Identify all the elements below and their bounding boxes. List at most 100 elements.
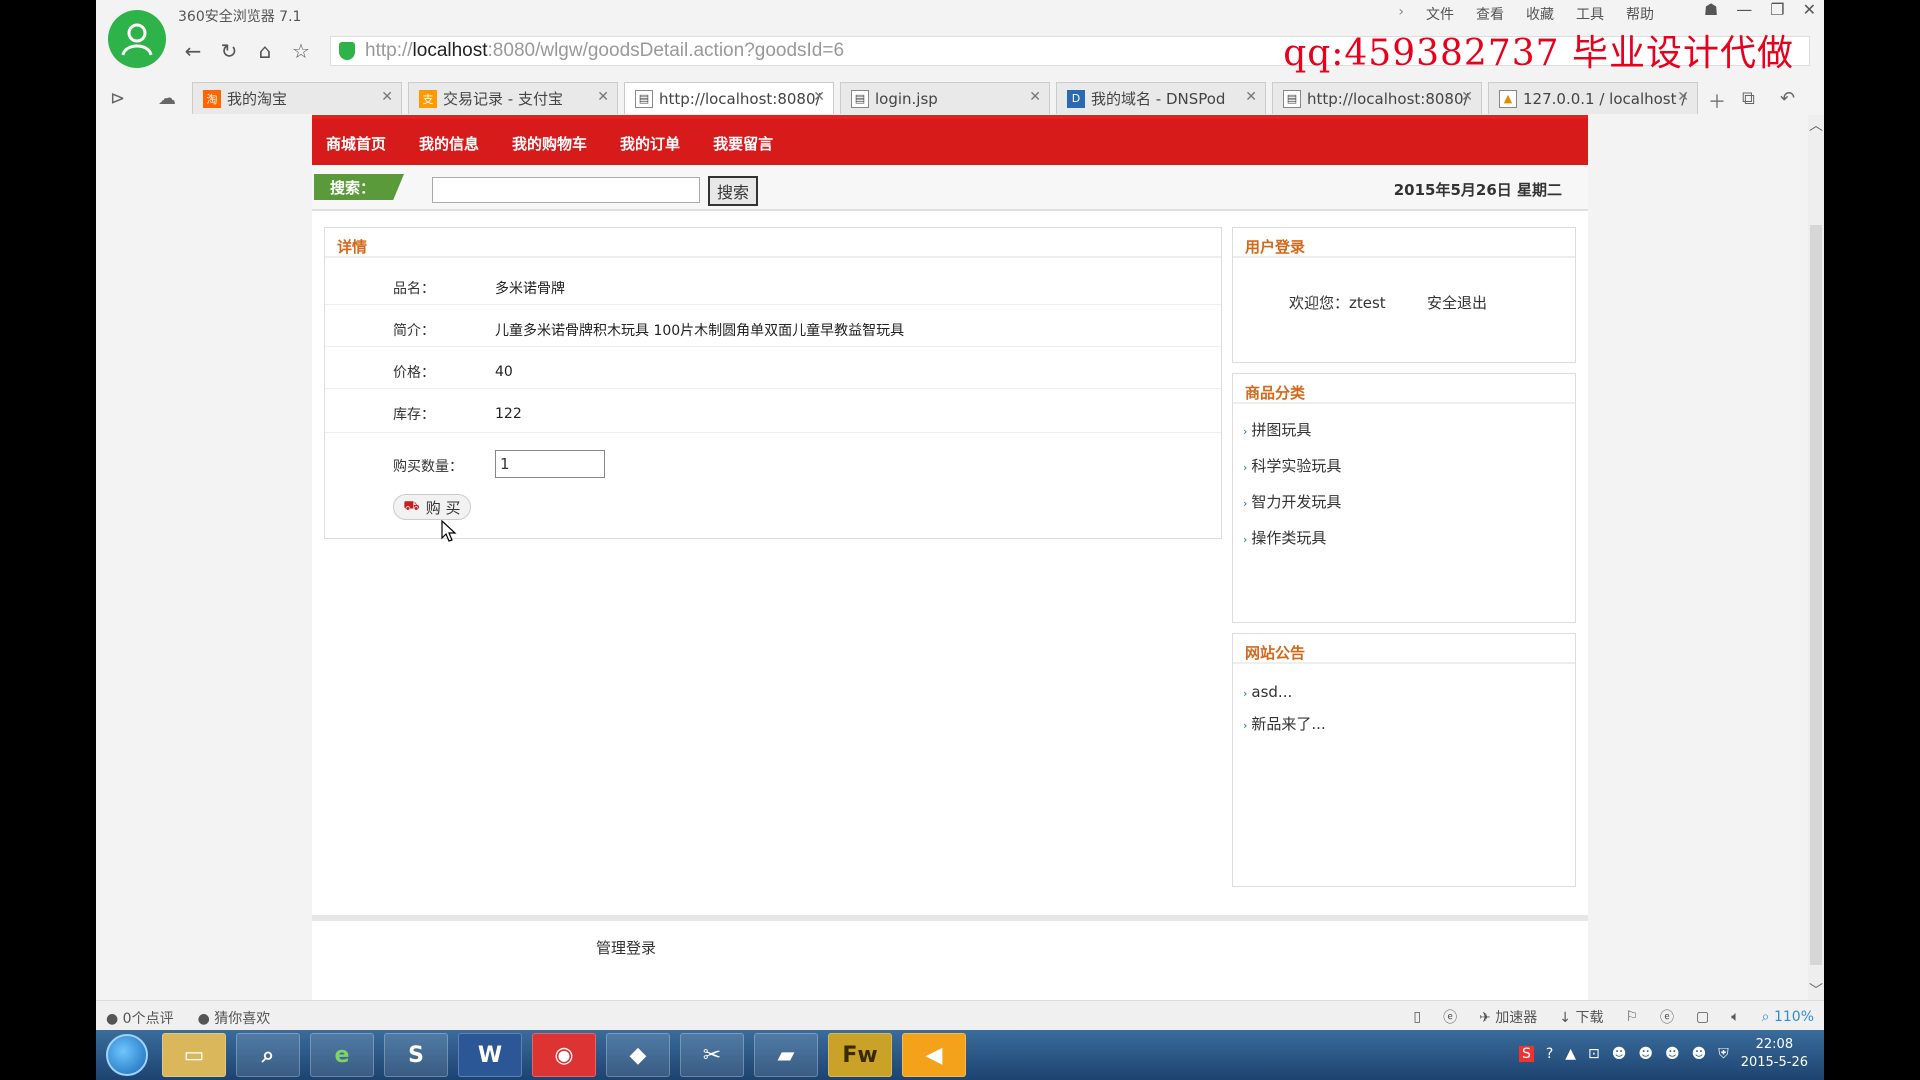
notice-item[interactable]: › asd... [1243, 676, 1575, 708]
qq-icon[interactable]: ☻ [1665, 1046, 1680, 1062]
word-icon[interactable]: W [458, 1033, 522, 1077]
url-text: http://localhost:8080/wlgw/goodsDetail.a… [365, 40, 845, 61]
nav-home[interactable]: 商城首页 [326, 133, 386, 154]
flag-icon[interactable]: ⚐ [1625, 1009, 1638, 1025]
cloud-icon[interactable]: ☁ [158, 88, 176, 109]
tray-expand-icon[interactable]: ▲ [1565, 1046, 1576, 1062]
back-icon[interactable]: ← [180, 38, 206, 64]
category-item[interactable]: › 智力开发玩具 [1243, 484, 1575, 520]
speaker-icon[interactable]: ◀ [902, 1033, 966, 1077]
close-icon[interactable]: ✕ [381, 89, 393, 105]
menu-view[interactable]: 查看 [1476, 4, 1504, 24]
desc-value: 儿童多米诺骨牌积木玩具 100片木制圆角单双面儿童早教益智玩具 [495, 323, 905, 339]
notice-heading: 网站公告 [1233, 634, 1575, 664]
nav-my-cart[interactable]: 我的购物车 [512, 133, 587, 154]
folder-icon[interactable]: ▭ [162, 1033, 226, 1077]
page-viewport: 商城首页 我的信息 我的购物车 我的订单 我要留言 搜索： 搜索 2015年5月… [96, 115, 1808, 1000]
comments-status[interactable]: ● 0个点评 [106, 1008, 174, 1028]
quantity-input[interactable]: 1 [495, 450, 605, 478]
tab-login-jsp[interactable]: ▤ login.jsp ✕ [840, 82, 1050, 114]
nav-my-info[interactable]: 我的信息 [419, 133, 479, 154]
s-app-icon[interactable]: S [384, 1033, 448, 1077]
nav-leave-message[interactable]: 我要留言 [713, 133, 773, 154]
close-icon[interactable]: ✕ [1461, 89, 1473, 105]
close-icon[interactable]: ✕ [1677, 89, 1689, 105]
home-icon[interactable]: ⌂ [252, 38, 278, 64]
browser-logo-icon[interactable] [108, 10, 166, 68]
chevron-right-icon[interactable]: › [1398, 4, 1404, 24]
category-item[interactable]: › 拼图玩具 [1243, 412, 1575, 448]
close-icon[interactable]: ✕ [813, 89, 825, 105]
sogou-icon[interactable]: S [1518, 1046, 1534, 1062]
fireworks-icon[interactable]: Fw [828, 1033, 892, 1077]
notebook-icon[interactable]: ▰ [754, 1033, 818, 1077]
tab-list-icon[interactable]: ⧉ [1742, 88, 1755, 109]
sidebar-toggle-icon[interactable]: ⊳ [110, 88, 125, 109]
window-controls: ☗ — ❐ ✕ [1704, 0, 1816, 19]
menu-file[interactable]: 文件 [1426, 4, 1454, 24]
close-icon[interactable]: ✕ [1029, 89, 1041, 105]
close-icon[interactable]: ✕ [597, 89, 609, 105]
ie-mode-icon[interactable]: ⓔ [1443, 1007, 1457, 1027]
skin-icon[interactable]: ☗ [1704, 0, 1718, 19]
admin-login-link[interactable]: 管理登录 [596, 937, 656, 958]
volume-icon[interactable]: 🔈︎ [1731, 1009, 1739, 1025]
minimize-button[interactable]: — [1736, 0, 1752, 19]
ie-icon[interactable]: ⓔ [1660, 1007, 1674, 1027]
tab-localhost-2[interactable]: ▤ http://localhost:8080/ ✕ [1272, 82, 1482, 114]
app-icon[interactable]: ◉ [532, 1033, 596, 1077]
accelerator-button[interactable]: ✈ 加速器 [1479, 1007, 1537, 1027]
download-button[interactable]: ↓ 下载 [1559, 1007, 1603, 1027]
close-button[interactable]: ✕ [1803, 0, 1816, 19]
help-icon[interactable]: ? [1546, 1046, 1553, 1062]
browser-360-icon[interactable]: e [310, 1033, 374, 1077]
network-icon[interactable]: ⊡ [1588, 1046, 1600, 1062]
qq-icon[interactable]: ☻ [1612, 1046, 1627, 1062]
menu-tools[interactable]: 工具 [1576, 4, 1604, 24]
menu-favorites[interactable]: 收藏 [1526, 4, 1554, 24]
qq-icon[interactable]: ☻ [1638, 1046, 1653, 1062]
mouse-cursor-icon [441, 520, 457, 542]
eraser-icon[interactable]: ◆ [606, 1033, 670, 1077]
qq-icon[interactable]: ☻ [1692, 1046, 1707, 1062]
buy-button[interactable]: ⛟ 购 买 [393, 494, 471, 520]
search-icon[interactable]: ⌕ [236, 1033, 300, 1077]
security-icon[interactable]: ⛨ [1718, 1046, 1729, 1062]
zoom-level[interactable]: ⌕ 110% [1762, 1009, 1814, 1025]
tab-phpmyadmin[interactable]: ▲ 127.0.0.1 / localhost / ✕ [1488, 82, 1698, 114]
welcome-text: 欢迎您：ztest [1289, 294, 1386, 312]
window-icon[interactable]: ▢ [1696, 1009, 1709, 1025]
start-button[interactable] [106, 1034, 148, 1076]
page-icon: ▤ [851, 89, 869, 108]
phone-icon[interactable]: ▯ [1413, 1009, 1421, 1025]
nav-my-orders[interactable]: 我的订单 [620, 133, 680, 154]
menu-help[interactable]: 帮助 [1626, 4, 1654, 24]
notice-item[interactable]: › 新品来了... [1243, 708, 1575, 740]
clock[interactable]: 22:08 2015-5-26 [1741, 1036, 1808, 1072]
search-button[interactable]: 搜索 [708, 176, 758, 206]
taobao-icon: 淘 [203, 89, 221, 108]
scroll-thumb[interactable] [1810, 225, 1822, 965]
divider [325, 388, 1221, 389]
tab-taobao[interactable]: 淘 我的淘宝 ✕ [192, 82, 402, 114]
tab-dnspod[interactable]: D 我的域名 - DNSPod ✕ [1056, 82, 1266, 114]
tab-localhost-active[interactable]: ▤ http://localhost:8080/ ✕ [624, 82, 834, 114]
new-tab-icon[interactable]: ＋ [1708, 88, 1726, 114]
category-item[interactable]: › 操作类玩具 [1243, 520, 1575, 556]
refresh-icon[interactable]: ↻ [216, 38, 242, 64]
undo-close-icon[interactable]: ↶ [1780, 88, 1795, 109]
logout-link[interactable]: 安全退出 [1427, 292, 1487, 313]
tools-icon[interactable]: ✂ [680, 1033, 744, 1077]
star-icon[interactable]: ☆ [288, 38, 314, 64]
stock-label: 库存： [393, 407, 435, 423]
vertical-scrollbar[interactable]: ︿ ﹀ [1808, 115, 1824, 1000]
scroll-down-icon[interactable]: ﹀ [1808, 980, 1824, 1000]
close-icon[interactable]: ✕ [1245, 89, 1257, 105]
arrow-icon: › [1243, 719, 1248, 732]
restore-button[interactable]: ❐ [1770, 0, 1784, 19]
search-input[interactable] [432, 177, 700, 203]
tab-alipay[interactable]: 支 交易记录 - 支付宝 ✕ [408, 82, 618, 114]
category-item[interactable]: › 科学实验玩具 [1243, 448, 1575, 484]
scroll-up-icon[interactable]: ︿ [1808, 115, 1824, 135]
guess-you-like[interactable]: ● 猜你喜欢 [198, 1008, 271, 1028]
